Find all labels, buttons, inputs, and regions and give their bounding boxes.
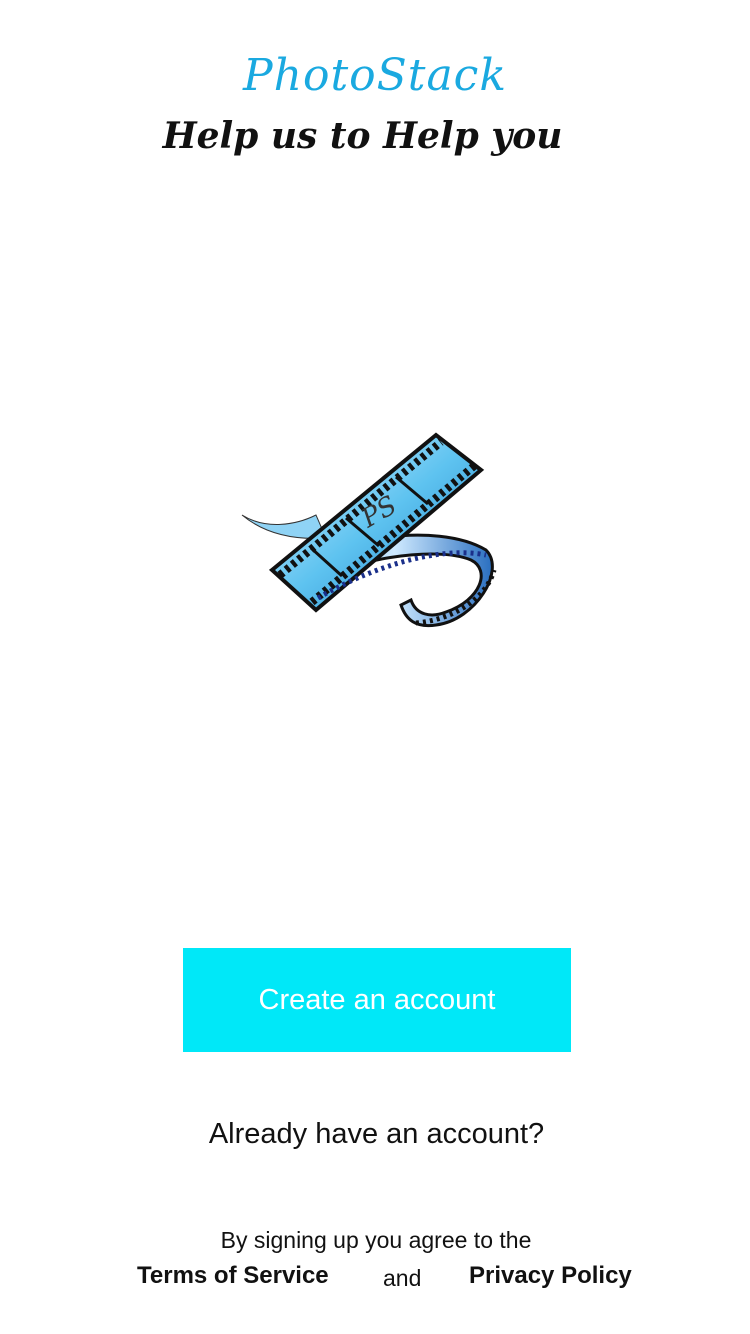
film-reel-logo: PS: [236, 420, 506, 640]
legal-and-text: and: [383, 1265, 422, 1291]
film-strip-icon: PS: [241, 432, 497, 628]
legal-notice: By signing up you agree to the: [220, 1227, 532, 1253]
create-account-button[interactable]: Create an account: [183, 948, 571, 1052]
app-subtitle: Help us to Help you: [162, 115, 563, 157]
app-title: PhotoStack: [243, 50, 507, 101]
terms-of-service-link[interactable]: Terms of Service: [137, 1260, 329, 1292]
privacy-policy-link[interactable]: Privacy Policy: [469, 1260, 632, 1292]
login-link[interactable]: Already have an account?: [0, 1114, 750, 1154]
